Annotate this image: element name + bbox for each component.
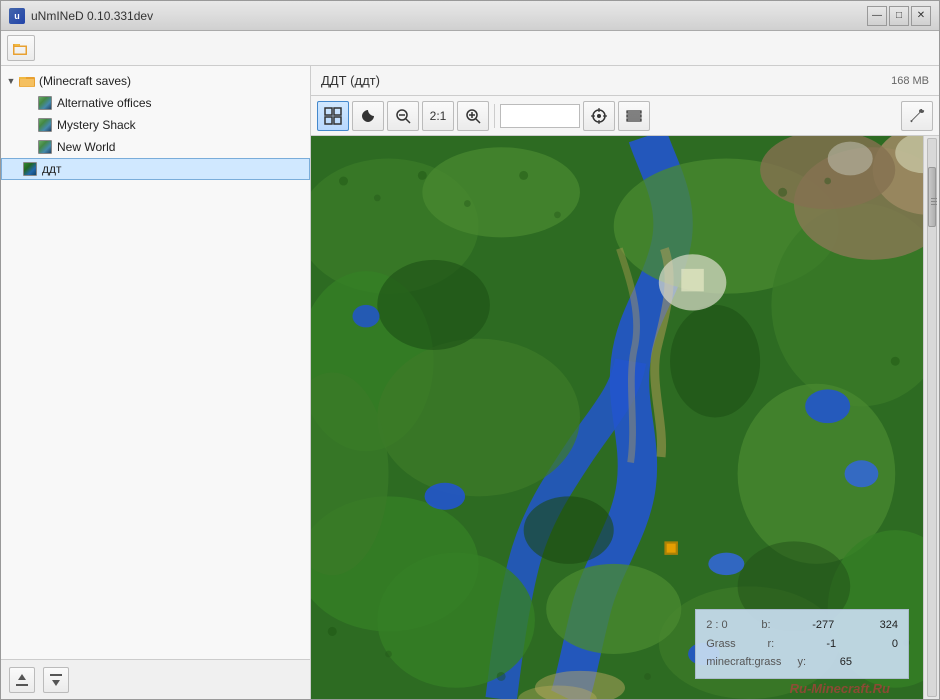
world-icon-ddt — [22, 161, 38, 177]
main-toolbar — [1, 31, 939, 66]
scrollbar-track-v — [927, 138, 937, 697]
tree-item-ddt[interactable]: ддт — [1, 158, 310, 180]
app-window: u uNmINeD 0.10.331dev — □ ✕ — [0, 0, 940, 700]
coord-row-block: Grass r: -1 0 — [706, 635, 898, 654]
zoom-in-icon — [464, 107, 482, 125]
grid-icon — [324, 107, 342, 125]
add-world-button[interactable] — [9, 667, 35, 693]
pin-icon — [590, 107, 608, 125]
file-tree: ▼ (Minecraft saves) Alte — [1, 66, 310, 659]
saves-root-label: (Minecraft saves) — [39, 74, 131, 88]
coord-y-label: y: — [797, 653, 806, 672]
map-title: ДДТ (ддт) — [321, 73, 380, 88]
coord-y-empty — [868, 653, 898, 672]
world-icon-alt — [37, 95, 53, 111]
zoom-in-button[interactable] — [457, 101, 489, 131]
map-toolbar: 2:1 — [311, 96, 939, 136]
coord-b-val2: 324 — [868, 616, 898, 635]
new-world-label: New World — [57, 140, 115, 154]
map-canvas-wrapper: 2 : 0 b: -277 324 Grass r: -1 0 mine — [311, 136, 939, 699]
coord-xz-label: 2 : 0 — [706, 616, 727, 635]
saves-folder-icon — [19, 73, 35, 89]
map-search-input[interactable] — [500, 104, 580, 128]
grid-toggle-button[interactable] — [317, 101, 349, 131]
mystery-shack-label: Mystery Shack — [57, 118, 136, 132]
night-icon — [359, 107, 377, 125]
map-canvas[interactable]: 2 : 0 b: -277 324 Grass r: -1 0 mine — [311, 136, 939, 699]
coord-b-val1: -277 — [804, 616, 834, 635]
world-icon-mystery — [37, 117, 53, 133]
coord-block-label: Grass — [706, 635, 735, 654]
tree-item-new-world[interactable]: New World — [1, 136, 310, 158]
scrollbar-thumb-v[interactable] — [928, 167, 936, 227]
zoom-level-label: 2:1 — [422, 101, 454, 131]
scrollbar-grip — [929, 191, 939, 211]
world-icon-new — [37, 139, 53, 155]
coord-r-label: r: — [767, 635, 774, 654]
titlebar: u uNmINeD 0.10.331dev — □ ✕ — [1, 1, 939, 31]
coord-y-val: 65 — [822, 653, 852, 672]
tree-expand-arrow: ▼ — [5, 75, 17, 87]
main-content: ▼ (Minecraft saves) Alte — [1, 66, 939, 699]
coordinate-overlay: 2 : 0 b: -277 324 Grass r: -1 0 mine — [695, 609, 909, 679]
sidebar-footer — [1, 659, 310, 699]
settings-button[interactable] — [901, 101, 933, 131]
toolbar-separator-1 — [494, 104, 495, 128]
tree-item-mystery-shack[interactable]: Mystery Shack — [1, 114, 310, 136]
sidebar: ▼ (Minecraft saves) Alte — [1, 66, 311, 699]
coord-b-label: b: — [761, 616, 770, 635]
map-area: ДДТ (ддт) 168 MB — [311, 66, 939, 699]
minimize-button[interactable]: — — [867, 6, 887, 26]
map-memory: 168 MB — [891, 75, 929, 87]
coord-r-val2: 0 — [868, 635, 898, 654]
coord-row-biome: minecraft:grass y: 65 — [706, 653, 898, 672]
app-title: uNmINeD 0.10.331dev — [31, 9, 153, 23]
open-folder-button[interactable] — [7, 35, 35, 61]
remove-icon — [48, 672, 64, 688]
zoom-out-button[interactable] — [387, 101, 419, 131]
add-icon — [14, 672, 30, 688]
app-icon: u — [9, 8, 25, 24]
coord-r-val1: -1 — [806, 635, 836, 654]
tree-root[interactable]: ▼ (Minecraft saves) — [1, 70, 310, 92]
pin-button[interactable] — [583, 101, 615, 131]
tree-item-alternative-offices[interactable]: Alternative offices — [1, 92, 310, 114]
remove-world-button[interactable] — [43, 667, 69, 693]
wrench-icon — [908, 107, 926, 125]
ddt-label: ддт — [42, 162, 62, 176]
window-controls: — □ ✕ — [867, 6, 931, 26]
vertical-scrollbar[interactable] — [923, 136, 939, 699]
coord-biome-label: minecraft:grass — [706, 653, 781, 672]
titlebar-left: u uNmINeD 0.10.331dev — [9, 8, 153, 24]
layers-button[interactable] — [618, 101, 650, 131]
layers-icon — [625, 107, 643, 125]
coord-row-xz: 2 : 0 b: -277 324 — [706, 616, 898, 635]
close-button[interactable]: ✕ — [911, 6, 931, 26]
zoom-out-icon — [394, 107, 412, 125]
night-toggle-button[interactable] — [352, 101, 384, 131]
folder-open-icon — [13, 41, 29, 55]
alternative-offices-label: Alternative offices — [57, 96, 152, 110]
maximize-button[interactable]: □ — [889, 6, 909, 26]
map-header: ДДТ (ддт) 168 MB — [311, 66, 939, 96]
